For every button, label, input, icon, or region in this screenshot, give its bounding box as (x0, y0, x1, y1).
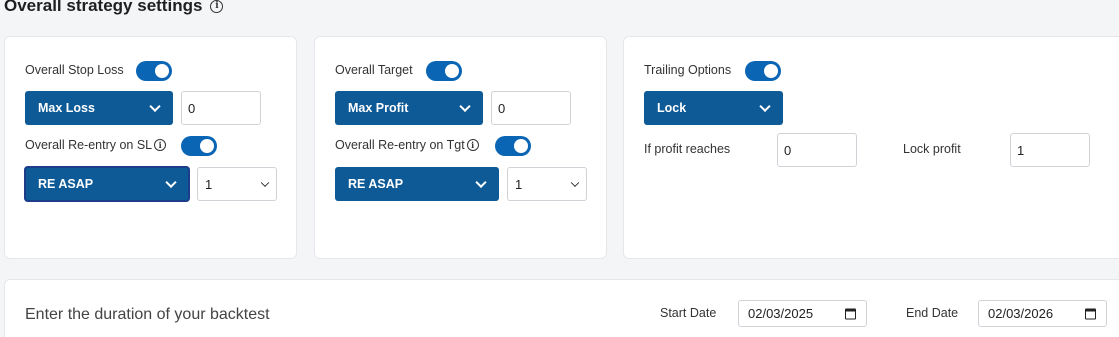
tgt-reentry-count-value: 1 (515, 176, 523, 192)
lock-profit-input[interactable]: 1 (1010, 133, 1090, 167)
section-title: Overall strategy settings i (4, 0, 224, 16)
trailing-type-value: Lock (657, 101, 687, 115)
info-icon[interactable]: i (210, 0, 224, 13)
end-date-value: 02/03/2026 (988, 306, 1054, 321)
target-type-dropdown[interactable]: Max Profit (335, 91, 483, 125)
start-date-label: Start Date (660, 306, 717, 320)
section-title-text: Overall strategy settings (4, 0, 203, 15)
stop-loss-card: Overall Stop Loss Max Loss 0 Overall Re-… (4, 36, 297, 259)
start-date-value: 02/03/2025 (748, 306, 814, 321)
duration-card: Enter the duration of your backtest Star… (4, 279, 1119, 337)
chevron-down-icon (260, 178, 270, 188)
sl-reentry-label: Overall Re-entry on SL (25, 138, 153, 152)
trailing-toggle[interactable] (745, 61, 781, 81)
stop-loss-toggle[interactable] (136, 61, 172, 81)
chevron-down-icon (149, 100, 161, 113)
sl-reentry-type-value: RE ASAP (38, 177, 94, 191)
info-icon[interactable]: i (466, 139, 479, 151)
chevron-down-icon (165, 176, 177, 189)
target-type-value: Max Profit (348, 101, 409, 115)
sl-reentry-label-row: Overall Re-entry on SL i (25, 138, 167, 152)
calendar-icon[interactable] (1085, 308, 1096, 319)
target-value-input[interactable]: 0 (491, 91, 571, 125)
tgt-reentry-label-row: Overall Re-entry on Tgt i (335, 138, 479, 152)
end-date-label: End Date (906, 306, 959, 320)
sl-reentry-toggle[interactable] (181, 136, 217, 156)
calendar-icon[interactable] (845, 308, 856, 319)
trailing-label: Trailing Options (644, 63, 732, 77)
stop-loss-value: 0 (188, 100, 196, 116)
profit-reaches-input[interactable]: 0 (777, 133, 857, 167)
sl-reentry-count-value: 1 (205, 176, 213, 192)
profit-reaches-label: If profit reaches (644, 142, 731, 156)
chevron-down-icon (459, 100, 471, 113)
stop-loss-value-input[interactable]: 0 (181, 91, 261, 125)
sl-reentry-type-dropdown[interactable]: RE ASAP (24, 166, 190, 202)
trailing-type-dropdown[interactable]: Lock (644, 91, 783, 125)
tgt-reentry-label: Overall Re-entry on Tgt (335, 138, 465, 152)
stop-loss-label: Overall Stop Loss (25, 63, 124, 77)
lock-profit-label: Lock profit (903, 142, 961, 156)
chevron-down-icon (759, 100, 771, 113)
trailing-card: Trailing Options Lock If profit reaches … (623, 36, 1119, 259)
lock-profit-value: 1 (1017, 142, 1025, 158)
tgt-reentry-type-value: RE ASAP (348, 177, 404, 191)
target-value: 0 (498, 100, 506, 116)
duration-prompt: Enter the duration of your backtest (25, 306, 270, 323)
target-card: Overall Target Max Profit 0 Overall Re-e… (314, 36, 607, 259)
start-date-input[interactable]: 02/03/2025 (738, 300, 867, 327)
target-toggle[interactable] (426, 61, 462, 81)
tgt-reentry-type-dropdown[interactable]: RE ASAP (335, 167, 499, 201)
target-label: Overall Target (335, 63, 413, 77)
stop-loss-type-dropdown[interactable]: Max Loss (25, 91, 173, 125)
info-icon[interactable]: i (154, 139, 167, 151)
sl-reentry-count-select[interactable]: 1 (197, 167, 277, 201)
chevron-down-icon (475, 176, 487, 189)
tgt-reentry-count-select[interactable]: 1 (507, 167, 587, 201)
chevron-down-icon (570, 178, 580, 188)
tgt-reentry-toggle[interactable] (495, 136, 531, 156)
stop-loss-type-value: Max Loss (38, 101, 95, 115)
end-date-input[interactable]: 02/03/2026 (978, 300, 1107, 327)
profit-reaches-value: 0 (784, 142, 792, 158)
